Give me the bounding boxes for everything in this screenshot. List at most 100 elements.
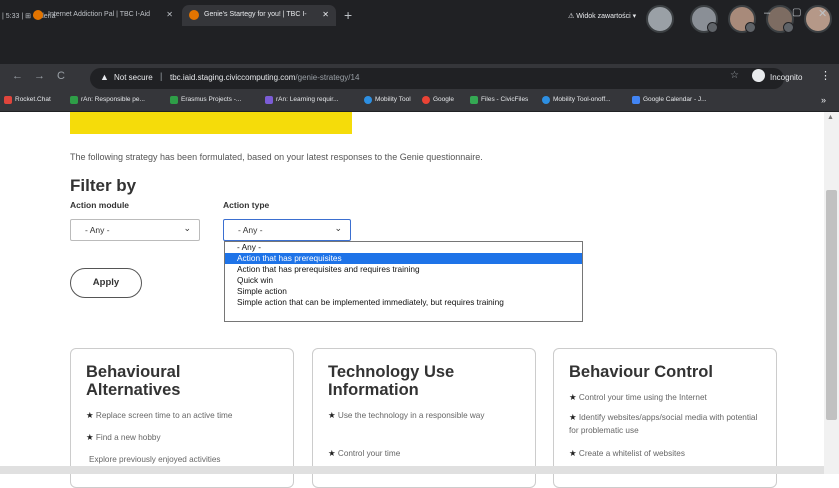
card-title-line: Information <box>328 381 419 399</box>
scroll-up-icon[interactable]: ▲ <box>827 114 834 121</box>
reload-icon[interactable]: C <box>57 70 65 82</box>
warning-icon[interactable]: ▲ <box>100 72 109 82</box>
scrollbar-thumb[interactable] <box>826 190 837 420</box>
action-module-label: Action module <box>70 200 130 210</box>
card-title-line: Alternatives <box>86 381 181 399</box>
bookmark-rocket-chat[interactable]: Rocket.Chat <box>4 96 51 104</box>
mic-off-icon <box>707 22 718 33</box>
action-type-select[interactable]: - Any - ⌄ <box>223 219 351 241</box>
bookmark-label: rAn: Responsible pe... <box>81 96 145 103</box>
mic-off-icon <box>783 22 794 33</box>
incognito-label[interactable]: Incognito <box>770 73 802 82</box>
card-item[interactable]: ★ Control your time using the Internet <box>569 391 769 404</box>
horizontal-scrollbar[interactable] <box>0 466 824 474</box>
avatar[interactable] <box>690 5 718 33</box>
card-title: Behaviour Control <box>569 363 713 381</box>
star-icon: ★ <box>86 410 94 420</box>
chevron-down-icon: ⌄ <box>334 223 342 233</box>
bookmark-mobility-onoff[interactable]: Mobility Tool-onoff... <box>542 96 611 104</box>
calendar-icon <box>632 96 640 104</box>
option-prerequisites[interactable]: Action that has prerequisites <box>225 253 582 264</box>
back-icon[interactable]: ← <box>12 70 23 82</box>
card-item-text: Replace screen time to an active time <box>95 411 233 420</box>
card-item[interactable]: ★ Replace screen time to an active time <box>86 409 286 422</box>
star-icon: ★ <box>569 392 577 402</box>
tab-genie-strategy[interactable]: Genie's Startegy for you! | TBC I- ✕ <box>182 5 336 26</box>
minimize-button[interactable]: – <box>764 7 770 19</box>
option-any[interactable]: - Any - <box>225 242 582 253</box>
site-favicon-icon <box>189 10 199 20</box>
card-item-text: Control your time using the Internet <box>578 393 707 402</box>
star-icon: ★ <box>569 412 577 422</box>
new-tab-button[interactable]: + <box>344 7 352 23</box>
option-prerequisites-training[interactable]: Action that has prerequisites and requir… <box>225 264 582 275</box>
site-favicon-icon <box>33 10 43 20</box>
bookmark-mobility-tool[interactable]: Mobility Tool <box>364 96 411 104</box>
bookmark-responsible[interactable]: rAn: Responsible pe... <box>70 96 145 104</box>
tab-label: Genie's Startegy for you! | TBC I- <box>204 11 307 18</box>
star-icon: ★ <box>328 448 336 458</box>
action-type-dropdown: - Any - Action that has prerequisites Ac… <box>224 241 583 322</box>
action-type-value: - Any - <box>238 225 263 235</box>
close-tab-icon[interactable]: ✕ <box>166 10 173 19</box>
bookmark-star-icon[interactable]: ☆ <box>730 70 739 81</box>
card-item[interactable]: ★ Find a new hobby <box>86 431 286 444</box>
bookmark-civicfiles[interactable]: Files - CivicFiles <box>470 96 529 104</box>
bookmark-label: Google <box>433 96 454 103</box>
bookmark-label: rAn: Learning requir... <box>276 96 339 103</box>
card-item[interactable]: ★ Control your time <box>328 447 518 460</box>
star-icon: ★ <box>569 448 577 458</box>
bookmark-label: Rocket.Chat <box>15 96 51 103</box>
google-icon <box>422 96 430 104</box>
maximize-button[interactable]: ▢ <box>792 7 801 18</box>
incognito-icon[interactable] <box>752 69 765 82</box>
avatar[interactable] <box>728 5 756 33</box>
avatar[interactable] <box>766 5 794 33</box>
card-item-text: Create a whitelist of websites <box>578 449 685 458</box>
card-item[interactable]: ★ Use the technology in a responsible wa… <box>328 409 518 422</box>
filter-heading: Filter by <box>70 176 137 195</box>
card-item-text: Find a new hobby <box>95 433 161 442</box>
bookmark-label: Files - CivicFiles <box>481 96 529 103</box>
url-text[interactable]: tbc.iaid.staging.civiccomputing.com/geni… <box>170 73 359 82</box>
bookmark-google[interactable]: Google <box>422 96 454 104</box>
option-simple-action[interactable]: Simple action <box>225 286 582 297</box>
action-module-select[interactable]: - Any - ⌄ <box>70 219 200 241</box>
forward-icon[interactable]: → <box>34 70 45 82</box>
bookmark-erasmus[interactable]: Erasmus Projects -... <box>170 96 242 104</box>
card-item[interactable]: Explore previously enjoyed activities <box>86 453 289 466</box>
add-person-icon[interactable] <box>646 5 674 33</box>
view-content-label[interactable]: ⚠ Widok zawartości ▾ <box>568 12 636 20</box>
card-item[interactable]: ★ Identify websites/apps/social media wi… <box>569 411 769 437</box>
tab-label: Internet Addiction Pal | TBC I-Aid <box>48 11 151 18</box>
apply-button[interactable]: Apply <box>70 268 142 298</box>
card-item[interactable]: ★ Create a whitelist of websites <box>569 447 769 460</box>
more-menu-icon[interactable]: ⋮ <box>820 69 831 82</box>
plus-icon <box>170 96 178 104</box>
chevron-down-icon: ⌄ <box>183 223 191 233</box>
star-icon: ★ <box>328 410 336 420</box>
card-item-text: Explore previously enjoyed activities <box>89 455 221 464</box>
option-simple-action-training[interactable]: Simple action that can be implemented im… <box>225 297 582 308</box>
close-window-button[interactable]: ✕ <box>818 7 827 20</box>
tab-internet-addiction-pal[interactable]: Internet Addiction Pal | TBC I-Aid ✕ <box>26 5 180 26</box>
mic-off-icon <box>745 22 756 33</box>
bookmark-label: Erasmus Projects -... <box>181 96 242 103</box>
card-item-text: Control your time <box>337 449 401 458</box>
intro-text: The following strategy has been formulat… <box>70 152 483 162</box>
rocket-icon <box>4 96 12 104</box>
view-content-text: Widok zawartości <box>576 13 631 20</box>
bookmark-label: Google Calendar - J... <box>643 96 707 103</box>
card-item-text: Identify websites/apps/social media with… <box>569 413 758 435</box>
action-module-value: - Any - <box>85 225 110 235</box>
hero-banner <box>70 112 352 134</box>
not-secure-label[interactable]: Not secure <box>114 73 153 82</box>
bookmark-google-calendar[interactable]: Google Calendar - J... <box>632 96 707 104</box>
close-tab-icon[interactable]: ✕ <box>322 10 329 19</box>
bookmarks-overflow-icon[interactable]: » <box>821 95 826 105</box>
bookmark-learning[interactable]: rAn: Learning requir... <box>265 96 339 104</box>
card-title: Behavioural Alternatives <box>86 363 180 399</box>
card-title: Technology Use Information <box>328 363 454 399</box>
url-path: /genie-strategy/14 <box>295 73 360 82</box>
option-quick-win[interactable]: Quick win <box>225 275 582 286</box>
